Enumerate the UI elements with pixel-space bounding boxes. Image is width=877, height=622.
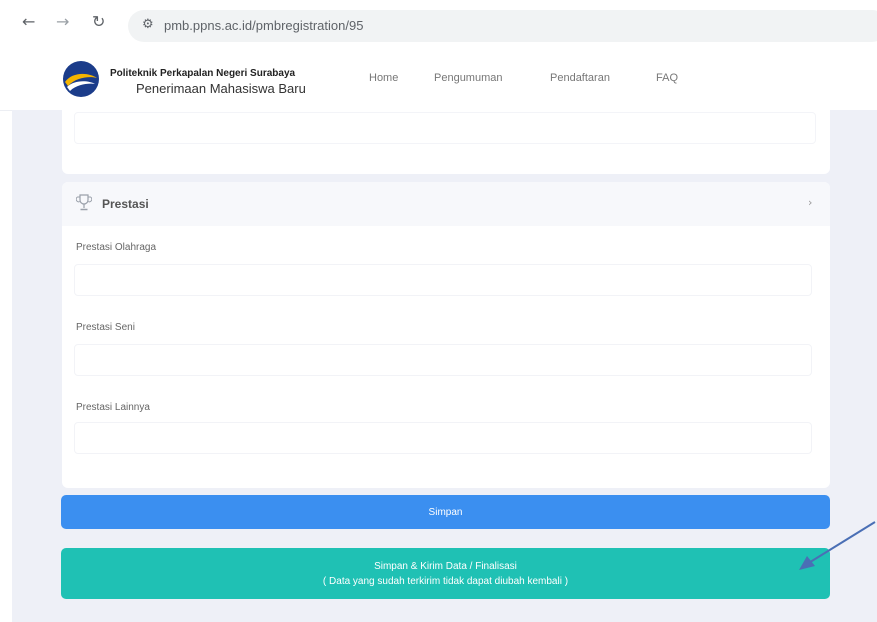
- nav-pendaftaran[interactable]: Pendaftaran: [550, 72, 610, 84]
- brand-subtitle: Penerimaan Mahasiswa Baru: [136, 81, 306, 96]
- site-settings-icon[interactable]: ⚙: [142, 17, 154, 32]
- browser-toolbar: ← → ↻ ⚙ pmb.ppns.ac.id/pmbregistration/9…: [0, 0, 877, 50]
- reload-icon[interactable]: ↻: [92, 14, 105, 30]
- site-header: Politeknik Perkapalan Negeri Surabaya Pe…: [0, 50, 877, 111]
- nav-home[interactable]: Home: [369, 72, 398, 84]
- prestasi-lainnya-input[interactable]: [74, 422, 812, 454]
- finalize-warning: ( Data yang sudah terkirim tidak dapat d…: [322, 575, 569, 587]
- finalize-label: Simpan & Kirim Data / Finalisasi: [374, 560, 517, 572]
- brand-name: Politeknik Perkapalan Negeri Surabaya: [110, 68, 296, 79]
- section-title: Prestasi: [102, 197, 149, 211]
- previous-section-card: [62, 110, 830, 174]
- annotation-arrow-icon: [799, 521, 876, 570]
- simpan-button[interactable]: Simpan: [61, 495, 830, 529]
- prestasi-section-header[interactable]: Prestasi ›: [62, 182, 830, 226]
- previous-section-input[interactable]: [74, 112, 816, 144]
- address-bar[interactable]: ⚙ pmb.ppns.ac.id/pmbregistration/95: [128, 10, 877, 42]
- prestasi-card: Prestasi › Prestasi Olahraga Prestasi Se…: [62, 182, 830, 488]
- chevron-right-icon[interactable]: ›: [808, 196, 812, 209]
- prestasi-seni-input[interactable]: [74, 344, 812, 376]
- nav-faq[interactable]: FAQ: [656, 72, 678, 84]
- prestasi-lainnya-label: Prestasi Lainnya: [76, 402, 150, 413]
- url-text[interactable]: pmb.ppns.ac.id/pmbregistration/95: [164, 18, 363, 33]
- prestasi-olahraga-label: Prestasi Olahraga: [76, 242, 157, 253]
- nav-pengumuman[interactable]: Pengumuman: [434, 72, 503, 84]
- back-icon[interactable]: ←: [22, 14, 35, 30]
- prestasi-olahraga-input[interactable]: [74, 264, 812, 296]
- trophy-icon: [76, 194, 92, 211]
- forward-icon[interactable]: →: [56, 14, 69, 30]
- ppns-logo-icon[interactable]: [62, 60, 100, 98]
- prestasi-seni-label: Prestasi Seni: [76, 322, 135, 333]
- finalize-button[interactable]: Simpan & Kirim Data / Finalisasi ( Data …: [61, 548, 830, 599]
